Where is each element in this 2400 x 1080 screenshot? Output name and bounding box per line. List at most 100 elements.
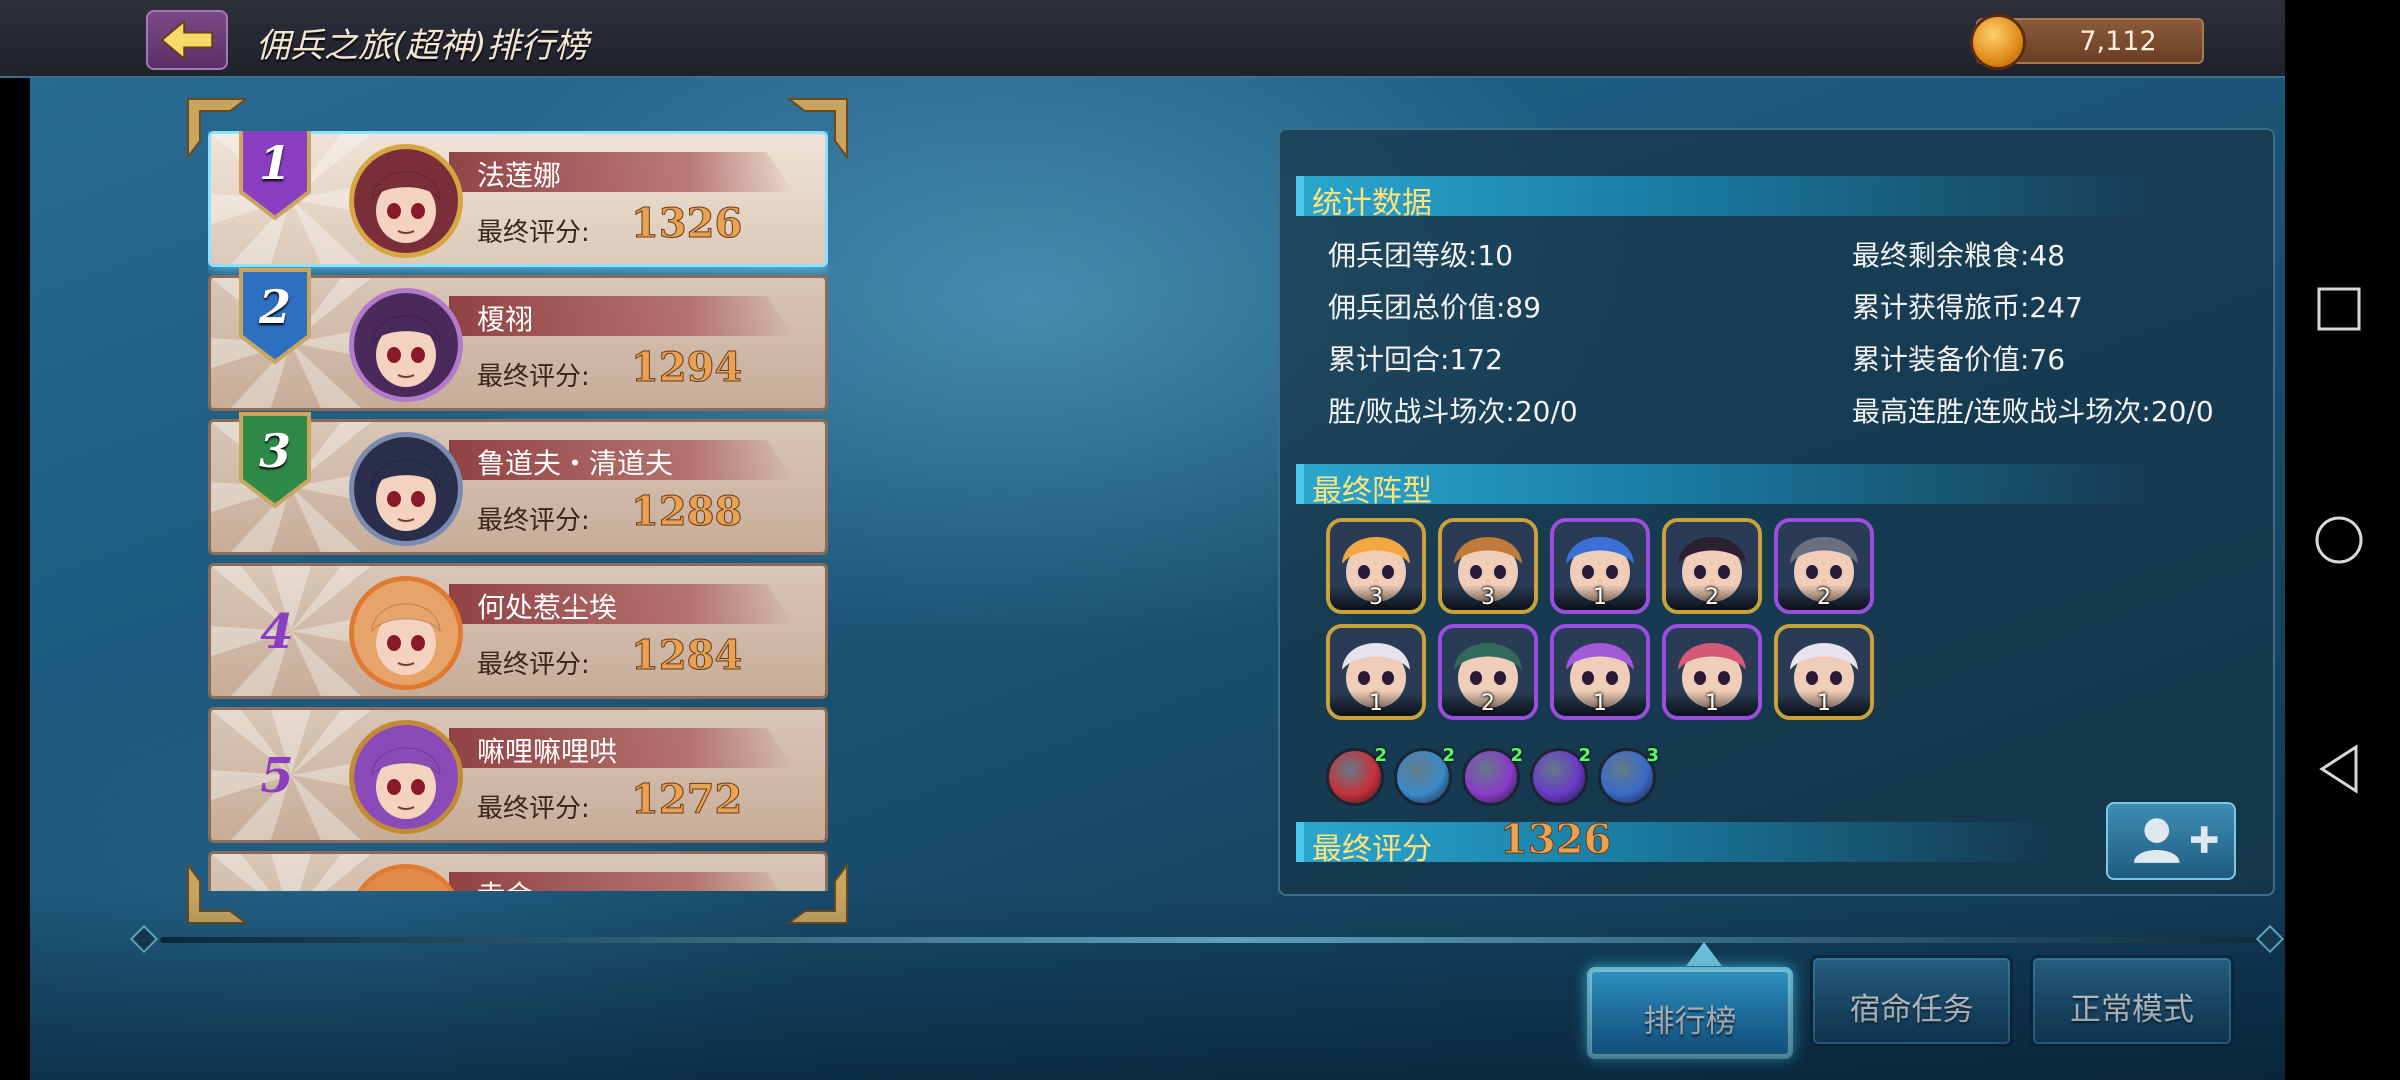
player-name: 法莲娜 (477, 159, 562, 192)
arrow-left-icon (160, 19, 214, 61)
score-label: 最终评分: (477, 794, 590, 824)
add-friend-icon (2134, 818, 2218, 863)
leaderboard-row[interactable]: 6 幸会 (208, 851, 828, 891)
unit-level: 1 (1554, 691, 1646, 716)
coin-icon (1970, 14, 2026, 70)
leaderboard-row[interactable]: 2 榎祤 最终评分: 1294 (208, 268, 828, 411)
score-value: 1294 (630, 344, 743, 392)
stats-section-title: 统计数据 (1312, 186, 1432, 221)
player-name: 鲁道夫・清道夫 (477, 447, 674, 480)
synergy-count: 2 (1442, 745, 1455, 766)
player-avatar (349, 720, 463, 834)
game-background: 1 法莲娜 最终评分: 1326 2 榎祤 最终评分: 1294 3 鲁道夫・清… (30, 0, 2285, 1080)
rays-decoration (211, 854, 371, 891)
unit-level: 2 (1778, 585, 1870, 610)
unit-level: 3 (1330, 585, 1422, 610)
formation-unit[interactable]: 3 (1438, 518, 1538, 614)
player-avatar (349, 432, 463, 546)
unit-level: 1 (1778, 691, 1870, 716)
back-button[interactable] (146, 10, 228, 70)
formation-unit[interactable]: 1 (1326, 624, 1426, 720)
leaderboard-row[interactable]: 4 何处惹尘埃 最终评分: 1284 (208, 563, 828, 699)
avatar-portrait-icon (354, 293, 458, 397)
unit-level: 2 (1666, 585, 1758, 610)
stat-total-rounds: 累计回合:172 (1328, 343, 1503, 376)
helmet-icon[interactable]: 3 (1598, 745, 1659, 806)
synergy-count: 3 (1646, 745, 1659, 766)
synergy-count: 2 (1374, 745, 1387, 766)
stat-max-streak: 最高连胜/连败战斗场次:20/0 (1852, 395, 2214, 428)
formation-unit[interactable]: 2 (1438, 624, 1538, 720)
unit-level: 1 (1554, 585, 1646, 610)
warrior-icon[interactable]: 2 (1394, 745, 1455, 806)
player-name: 幸会 (477, 874, 533, 891)
player-name: 榎祤 (477, 303, 534, 336)
final-score-label: 最终评分 (1312, 832, 1432, 867)
unit-level: 3 (1442, 585, 1534, 610)
back-nav-icon[interactable] (2316, 744, 2362, 794)
add-friend-button[interactable] (2106, 802, 2236, 880)
divider-end (129, 924, 159, 954)
formation-unit[interactable]: 3 (1326, 518, 1426, 614)
score-value: 1284 (630, 632, 743, 680)
tab-label: 正常模式 (2070, 992, 2194, 1028)
unit-level: 1 (1666, 691, 1758, 716)
score-value: 1326 (630, 200, 743, 248)
stat-win-loss: 胜/败战斗场次:20/0 (1328, 395, 1578, 428)
home-icon[interactable] (2314, 515, 2364, 565)
unit-level: 2 (1442, 691, 1534, 716)
tab-leaderboard[interactable]: 排行榜 (1587, 967, 1793, 1059)
rank-number: 5 (260, 748, 294, 804)
score-label: 最终评分: (477, 362, 590, 392)
rank-number: 2 (258, 280, 291, 334)
tab-destiny-quest[interactable]: 宿命任务 (1810, 955, 2013, 1047)
score-label: 最终评分: (477, 650, 590, 680)
final-score-value: 1326 (1499, 816, 1612, 864)
player-avatar (349, 144, 463, 258)
eye-icon[interactable]: 2 (1530, 745, 1591, 806)
formation-section-title: 最终阵型 (1312, 474, 1432, 509)
leaderboard-row[interactable]: 3 鲁道夫・清道夫 最终评分: 1288 (208, 412, 828, 555)
leaderboard-row[interactable]: 5 嘛哩嘛哩哄 最终评分: 1272 (208, 707, 828, 843)
synergy-count: 2 (1578, 745, 1591, 766)
divider (160, 937, 2285, 943)
formation-unit[interactable]: 1 (1550, 624, 1650, 720)
score-value: 1288 (630, 488, 743, 536)
android-nav-bar (2285, 0, 2400, 1080)
fist-icon[interactable]: 2 (1326, 745, 1387, 806)
player-name: 何处惹尘埃 (477, 591, 618, 624)
formation-unit[interactable]: 2 (1662, 518, 1762, 614)
formation-unit[interactable]: 1 (1662, 624, 1762, 720)
stat-mercenary-level: 佣兵团等级:10 (1328, 239, 1514, 272)
target-icon[interactable]: 2 (1462, 745, 1523, 806)
formation-unit[interactable]: 1 (1550, 518, 1650, 614)
formation-unit[interactable]: 2 (1774, 518, 1874, 614)
synergy-count: 2 (1510, 745, 1523, 766)
rank-number: 3 (258, 424, 291, 478)
tab-label: 排行榜 (1643, 1004, 1737, 1040)
unit-level: 1 (1330, 691, 1422, 716)
tab-indicator-icon (1686, 942, 1722, 966)
currency-display: 7,112 (1970, 14, 2204, 70)
leaderboard-list[interactable]: 1 法莲娜 最终评分: 1326 2 榎祤 最终评分: 1294 3 鲁道夫・清… (208, 131, 828, 891)
tab-label: 宿命任务 (1849, 992, 1974, 1028)
leaderboard-row[interactable]: 1 法莲娜 最终评分: 1326 (208, 131, 828, 267)
tab-normal-mode[interactable]: 正常模式 (2030, 955, 2234, 1047)
stat-total-coins: 累计获得旅币:247 (1852, 291, 2083, 324)
leaderboard-frame: 1 法莲娜 最终评分: 1326 2 榎祤 最终评分: 1294 3 鲁道夫・清… (186, 97, 849, 925)
stat-equipment-value: 累计装备价值:76 (1852, 343, 2066, 376)
rank-number: 1 (258, 136, 291, 190)
score-value: 1272 (630, 776, 743, 824)
currency-value: 7,112 (2079, 26, 2157, 57)
score-label: 最终评分: (477, 506, 590, 536)
player-avatar (349, 288, 463, 402)
avatar-portrait-icon (354, 581, 458, 685)
formation-unit[interactable]: 1 (1774, 624, 1874, 720)
rank-number: 4 (260, 604, 294, 660)
recent-apps-icon[interactable] (2316, 286, 2362, 332)
page-title: 佣兵之旅(超神)排行榜 (256, 26, 589, 66)
stat-remaining-food: 最终剩余粮食:48 (1852, 239, 2066, 272)
score-label: 最终评分: (477, 218, 590, 248)
avatar-portrait-icon (354, 437, 458, 541)
player-avatar (349, 576, 463, 690)
